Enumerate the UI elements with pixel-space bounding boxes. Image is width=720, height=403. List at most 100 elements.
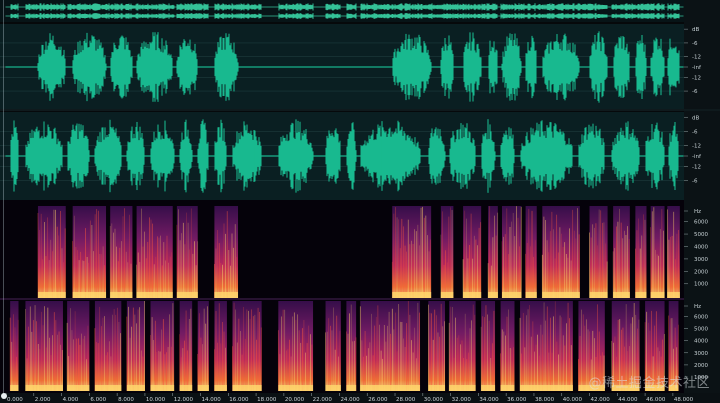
start-marker[interactable] xyxy=(1,393,7,399)
overview-strip[interactable] xyxy=(0,0,720,22)
audio-editor-workspace: dB -6 -12 -inf -12 -6 dB -6 -12 -inf -12 -6 Hz 6000 5… xyxy=(0,0,720,403)
time-label: 4.000 xyxy=(63,397,79,403)
amp-top-label: -6 xyxy=(692,89,698,95)
freq-bottom-label: Hz xyxy=(694,304,701,310)
time-label: 14.000 xyxy=(202,397,222,403)
spectral-right-low-band xyxy=(346,385,357,391)
freq-top-label: 5000 xyxy=(694,232,708,238)
freq-bottom-label: 5000 xyxy=(694,326,708,332)
spectral-right-low-band xyxy=(325,385,341,391)
amplitude-ruler-background xyxy=(684,0,720,200)
time-label: 30.000 xyxy=(424,397,444,403)
freq-top-label: Hz xyxy=(694,209,701,215)
spectral-right-low-band xyxy=(25,385,63,391)
time-label: 34.000 xyxy=(479,397,499,403)
time-label: 8.000 xyxy=(118,397,134,403)
waveform-channel-right[interactable] xyxy=(0,112,684,200)
spectral-left-low-band xyxy=(136,292,173,298)
time-label: 38.000 xyxy=(535,397,555,403)
amp-bottom-label: -12 xyxy=(692,143,701,149)
spectral-right-low-band xyxy=(500,385,515,391)
time-label: 26.000 xyxy=(368,397,388,403)
watermark-text: @稀土掘金技术社区 xyxy=(588,376,710,391)
spectral-right-low-band xyxy=(481,385,496,391)
spectral-right-low-band xyxy=(197,385,209,391)
spectral-right-speech-block xyxy=(126,301,145,391)
amp-top-label: dB xyxy=(692,27,699,33)
spectral-right-low-band xyxy=(126,385,145,391)
time-label: 42.000 xyxy=(591,397,611,403)
time-label: 0.000 xyxy=(7,397,23,403)
time-label: 32.000 xyxy=(452,397,472,403)
freq-top-label: 1000 xyxy=(694,282,708,288)
spectral-right-speech-block xyxy=(481,301,496,391)
time-label: 20.000 xyxy=(285,397,305,403)
spectral-left-low-band xyxy=(488,292,498,298)
time-label: 36.000 xyxy=(507,397,527,403)
waveform-display[interactable]: dB -6 -12 -inf -12 -6 dB -6 -12 -inf -12 -6 xyxy=(0,0,720,200)
spectral-left-speech-block xyxy=(463,206,482,298)
amp-top-label: -6 xyxy=(692,41,698,47)
spectral-left-low-band xyxy=(589,292,608,298)
amp-top-label: -12 xyxy=(692,55,701,61)
overview-background xyxy=(0,0,720,22)
spectral-right-low-band xyxy=(67,385,90,391)
time-label: 48.000 xyxy=(674,397,694,403)
freq-top-label: 3000 xyxy=(694,257,708,263)
spectral-left-low-band xyxy=(542,292,580,298)
amp-bottom-label: dB xyxy=(692,115,699,121)
time-ruler[interactable]: 0.000 2.000 4.000 6.000 8.000 10.000 12.000 14.… xyxy=(0,393,720,403)
time-label: 24.000 xyxy=(340,397,360,403)
waveform-channel-left[interactable] xyxy=(0,24,684,110)
spectral-right-low-band xyxy=(232,385,262,391)
amp-top-label: -inf xyxy=(692,65,702,71)
spectral-right-low-band xyxy=(179,385,193,391)
spectral-left-low-band xyxy=(667,292,680,298)
amp-bottom-label: -inf xyxy=(692,154,702,160)
spectral-right-low-band xyxy=(150,385,175,391)
spectral-left-low-band xyxy=(110,292,133,298)
spectral-right-low-band xyxy=(214,385,227,391)
spectral-right-low-band xyxy=(10,385,19,391)
playhead-cursor[interactable] xyxy=(3,0,4,395)
spectral-left-low-band xyxy=(650,292,665,298)
time-label: 10.000 xyxy=(146,397,166,403)
time-label: 18.000 xyxy=(257,397,277,403)
freq-top-label: 6000 xyxy=(694,220,708,226)
spectral-left-low-band xyxy=(214,292,239,298)
freq-bottom-label: 3000 xyxy=(694,351,708,357)
freq-bottom-label: 4000 xyxy=(694,339,708,345)
spectral-left-low-band xyxy=(525,292,537,298)
freq-bottom-label: 2000 xyxy=(694,363,708,369)
freq-top-label: 2000 xyxy=(694,269,708,275)
amp-bottom-label: -6 xyxy=(692,179,698,185)
spectral-right-low-band xyxy=(94,385,122,391)
spectral-right-low-band xyxy=(360,385,421,391)
time-label: 46.000 xyxy=(646,397,666,403)
time-label: 22.000 xyxy=(313,397,333,403)
amp-bottom-label: -6 xyxy=(692,129,698,135)
spectral-left-low-band xyxy=(635,292,647,298)
spectral-left-low-band xyxy=(463,292,482,298)
spectral-left-low-band xyxy=(392,292,432,298)
spectral-left-low-band xyxy=(440,292,454,298)
time-label: 16.000 xyxy=(229,397,249,403)
spectral-left-low-band xyxy=(176,292,198,298)
time-label: 12.000 xyxy=(174,397,194,403)
spectral-right-speech-block xyxy=(360,301,421,391)
amp-bottom-label: -12 xyxy=(692,165,701,171)
spectral-left-low-band xyxy=(37,292,66,298)
time-ruler-background xyxy=(0,393,720,403)
spectral-left-low-band xyxy=(72,292,107,298)
time-label: 6.000 xyxy=(90,397,106,403)
spectral-left-low-band xyxy=(501,292,522,298)
time-label: 40.000 xyxy=(563,397,583,403)
freq-top-label: 4000 xyxy=(694,244,708,250)
spectral-right-speech-block xyxy=(500,301,515,391)
spectral-right-low-band xyxy=(428,385,446,391)
freq-bottom-label: 6000 xyxy=(694,314,708,320)
time-label: 28.000 xyxy=(396,397,416,403)
spectral-left-speech-block xyxy=(37,206,66,298)
spectral-left-speech-block xyxy=(650,206,665,298)
spectral-right-low-band xyxy=(520,385,573,391)
